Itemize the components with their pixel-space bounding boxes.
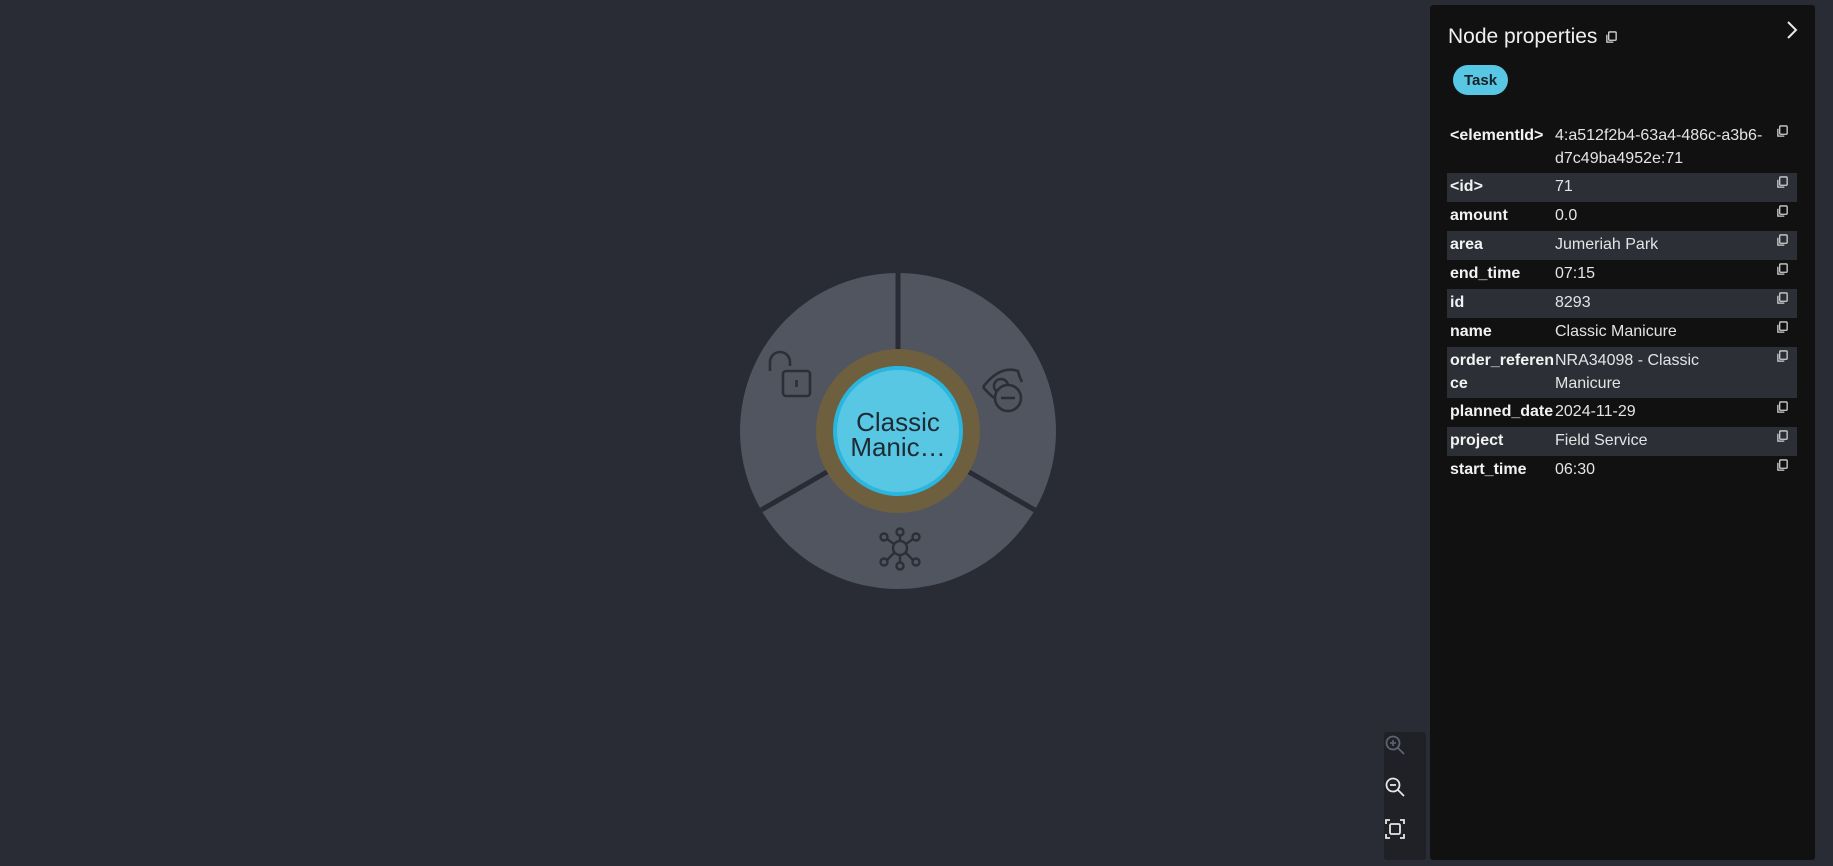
fit-to-screen-button[interactable] [1384, 818, 1426, 858]
property-value: 07:15 [1555, 265, 1596, 282]
copy-icon [1777, 205, 1788, 217]
label-badge[interactable]: Task [1453, 65, 1509, 95]
copy-icon [1777, 401, 1788, 413]
property-value: 0.0 [1555, 207, 1578, 224]
copy-icon [1777, 263, 1788, 275]
graph-canvas[interactable]: Classic Manic… [0, 0, 1430, 866]
copy-icon [1777, 176, 1788, 188]
property-value: 8293 [1555, 294, 1591, 311]
copy-icon [1777, 321, 1788, 333]
copy-value-button[interactable] [1776, 321, 1790, 335]
property-row: start_time 06:30 [1447, 456, 1797, 485]
property-value: 4:a512f2b4-63a4-486c-a3b6-d7c49ba4952e:7… [1555, 127, 1763, 167]
property-row: area Jumeriah Park [1447, 231, 1797, 260]
node-properties-panel: Node properties Task <elementId> 4:a512f2… [1430, 5, 1815, 860]
property-row: end_time 07:15 [1447, 260, 1797, 289]
copy-icon [1777, 234, 1788, 246]
property-row: planned_date 2024-11-29 [1447, 398, 1797, 427]
property-value: 71 [1555, 178, 1573, 195]
property-key: area [1450, 236, 1483, 253]
property-key: planned_date [1450, 403, 1554, 420]
copy-title-button[interactable] [1605, 30, 1618, 44]
copy-value-button[interactable] [1776, 263, 1790, 277]
property-key: amount [1450, 207, 1508, 224]
zoom-out-icon [1385, 777, 1405, 797]
panel-title-row: Node properties [1448, 25, 1618, 49]
zoom-out-button[interactable] [1384, 776, 1426, 816]
property-row: <id> 71 [1447, 173, 1797, 202]
property-row: name Classic Manicure [1447, 318, 1797, 347]
property-key: <elementId> [1450, 127, 1544, 144]
copy-icon [1777, 459, 1788, 471]
collapse-panel-button[interactable] [1779, 17, 1805, 43]
property-value: NRA34098 - Classic Manicure [1555, 352, 1700, 392]
properties-table: <elementId> 4:a512f2b4-63a4-486c-a3b6-d7c… [1447, 122, 1797, 485]
node-label-line-2: Manic… [850, 432, 945, 462]
copy-value-button[interactable] [1776, 176, 1790, 190]
zoom-in-icon [1385, 735, 1405, 755]
chevron-right-icon [1787, 21, 1798, 39]
copy-value-button[interactable] [1776, 430, 1790, 444]
copy-icon [1777, 430, 1788, 442]
property-value: Jumeriah Park [1555, 236, 1659, 253]
panel-title: Node properties [1448, 25, 1598, 48]
graph-svg: Classic Manic… [740, 273, 1056, 589]
copy-value-button[interactable] [1776, 292, 1790, 306]
copy-value-button[interactable] [1776, 205, 1790, 219]
property-key: project [1450, 432, 1504, 449]
copy-icon [1777, 292, 1788, 304]
property-row: id 8293 [1447, 289, 1797, 318]
property-key: name [1450, 323, 1492, 340]
copy-icon [1606, 30, 1618, 43]
zoom-in-button[interactable] [1384, 734, 1426, 774]
copy-value-button[interactable] [1776, 459, 1790, 473]
property-row: <elementId> 4:a512f2b4-63a4-486c-a3b6-d7c… [1447, 122, 1797, 173]
property-key: order_reference [1450, 352, 1555, 392]
property-value: 2024-11-29 [1555, 403, 1636, 420]
property-value: 06:30 [1555, 461, 1596, 478]
copy-value-button[interactable] [1776, 125, 1790, 139]
property-value: Classic Manicure [1555, 323, 1677, 340]
property-row: amount 0.0 [1447, 202, 1797, 231]
copy-value-button[interactable] [1776, 234, 1790, 248]
property-key: <id> [1450, 178, 1483, 195]
copy-value-button[interactable] [1776, 401, 1790, 415]
copy-icon [1777, 350, 1788, 362]
property-row: project Field Service [1447, 427, 1797, 456]
property-key: end_time [1450, 265, 1521, 282]
fit-to-screen-icon [1385, 819, 1405, 839]
property-key: start_time [1450, 461, 1527, 478]
property-key: id [1450, 294, 1465, 311]
copy-icon [1777, 125, 1788, 137]
copy-value-button[interactable] [1776, 350, 1790, 364]
property-row: order_reference NRA34098 - Classic Manicu… [1447, 347, 1797, 398]
property-value: Field Service [1555, 432, 1648, 449]
graph-node[interactable]: Classic Manic… [816, 349, 980, 513]
zoom-controls [1384, 732, 1426, 860]
